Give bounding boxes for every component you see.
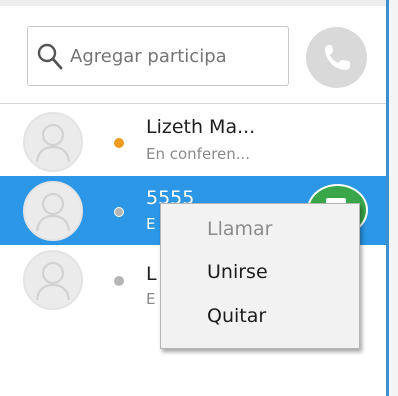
search-icon	[37, 43, 63, 71]
context-menu: Llamar Unirse Quitar	[160, 203, 360, 349]
avatar	[23, 181, 83, 241]
call-button[interactable]	[306, 27, 367, 88]
person-icon	[35, 192, 71, 232]
menu-item-quitar[interactable]: Quitar	[207, 305, 266, 327]
avatar	[23, 250, 83, 310]
search-box[interactable]	[27, 26, 289, 86]
person-icon	[35, 123, 71, 163]
participant-row[interactable]: Lizeth Ma... En conferen...	[0, 107, 386, 176]
menu-item-llamar[interactable]: Llamar	[207, 218, 272, 240]
participant-status: En conferen...	[146, 145, 251, 163]
menu-item-unirse[interactable]: Unirse	[207, 261, 268, 283]
presence-dot	[114, 138, 124, 148]
participant-name: L	[146, 263, 157, 285]
presence-dot	[114, 207, 124, 217]
search-input[interactable]	[70, 41, 286, 71]
header-divider	[0, 103, 386, 104]
top-strip	[0, 0, 386, 6]
presence-dot	[114, 276, 124, 286]
window-edge	[389, 0, 398, 396]
person-icon	[35, 261, 71, 301]
participant-status: E	[146, 290, 156, 308]
avatar	[23, 112, 83, 172]
participant-name: Lizeth Ma...	[146, 116, 256, 138]
participant-status: E	[146, 215, 156, 233]
